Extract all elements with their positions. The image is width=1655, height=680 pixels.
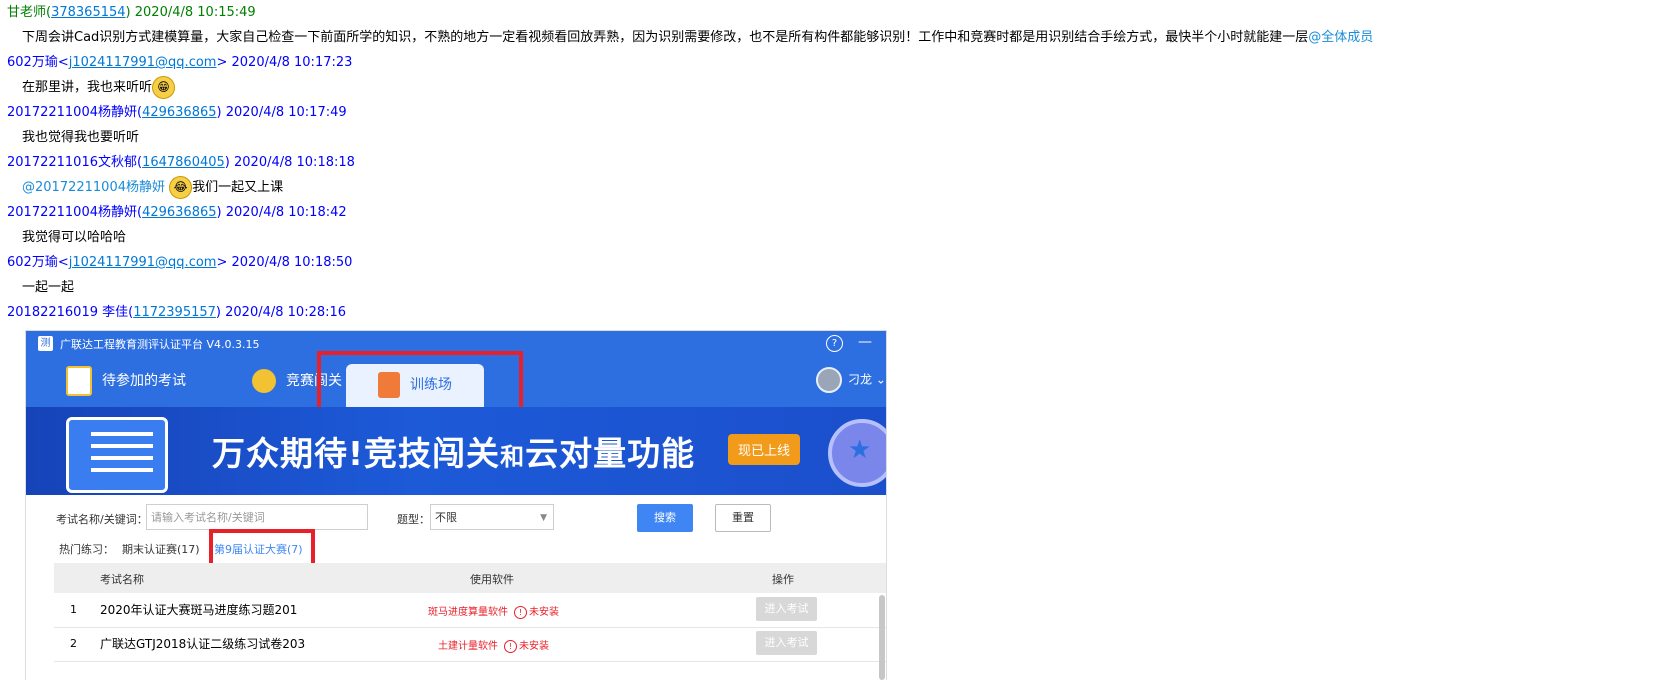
exam-name: 2020年认证大赛斑马进度练习题201 [100,603,298,617]
enter-exam-button[interactable]: 进入考试 [756,631,817,655]
sender-qq-link[interactable]: 1647860405 [142,155,225,170]
warning-icon: ! [514,606,527,619]
message-body: 我觉得可以哈哈哈 [7,225,1647,250]
attached-screenshot[interactable]: 测 广联达工程教育测评认证平台 V4.0.3.15 ? — 待参加的考试 竞赛闯… [26,331,886,680]
sender-qq-link[interactable]: 429636865 [142,205,216,220]
enter-exam-button[interactable]: 进入考试 [756,597,817,621]
clipboard-icon [66,366,92,396]
app-title: 广联达工程教育测评认证平台 V4.0.3.15 [60,338,260,351]
promo-banner[interactable]: 万众期待!竞技闯关和云对量功能 现已上线 ★ [26,407,886,495]
message-header: 602万瑜<j1024117991@qq.com> 2020/4/8 10:17… [7,55,353,70]
filter-label: 考试名称/关键词： [56,513,148,526]
sender-name: 20172211004杨静妍 [7,205,137,220]
chevron-down-icon: ⌄ [875,372,886,387]
type-value: 不限 [435,511,457,524]
column-header: 考试名称 [100,573,144,586]
software-status: 斑马进度算量软件! 未安装 [428,603,559,619]
user-menu[interactable]: 刁龙 ⌄ [816,367,886,393]
sender-name: 602万瑜 [7,255,58,270]
message-text: 一起一起 [22,280,75,295]
banner-text-part: 云对量功能 [525,434,696,473]
chat-log: 甘老师(378365154) 2020/4/8 10:15:49 下周会讲Cad… [7,0,1647,325]
sender-email-link[interactable]: j1024117991@qq.com [69,55,217,70]
type-label: 题型： [397,513,430,526]
help-icon[interactable]: ? [826,335,843,352]
message-body: 一起一起 [7,275,1647,300]
message-body: 在那里讲，我也来听听 😁 [7,75,1647,100]
message-header: 20182216019 李佳(1172395157) 2020/4/8 10:2… [7,305,347,320]
message-body: 我也觉得我也要听听 [7,125,1647,150]
message-header: 602万瑜<j1024117991@qq.com> 2020/4/8 10:18… [7,255,353,270]
medal-icon [252,369,276,393]
document-icon [66,417,168,493]
banner-headline: 万众期待!竞技闯关和云对量功能 [212,427,695,475]
banner-text-part: 和 [500,443,526,471]
column-header: 操作 [772,573,794,586]
minimize-icon[interactable]: — [858,334,872,350]
tab-label: 待参加的考试 [102,373,186,389]
message-body: @20172211004杨静妍 😂 我们一起又上课 [7,175,1647,200]
message-header: 20172211004杨静妍(429636865) 2020/4/8 10:18… [7,205,347,220]
row-number: 2 [70,637,77,650]
banner-text-part: 万众期待!竞技闯关 [212,434,501,473]
sender-name: 20172211016文秋郁 [7,155,137,170]
avatar [816,367,842,393]
install-status: 未安装 [519,641,549,652]
message-text: 我觉得可以哈哈哈 [22,230,127,245]
sender-name: 甘老师 [7,5,47,20]
message-time: 2020/4/8 10:28:16 [225,305,347,320]
hot-label: 热门练习： [59,543,114,556]
message-text: 我也觉得我也要听听 [22,130,140,145]
exam-name: 广联达GTJ2018认证二级练习试卷203 [100,637,306,651]
sender-qq-link[interactable]: 429636865 [142,105,216,120]
sender-qq-link[interactable]: 1172395157 [133,305,216,320]
message-header: 20172211016文秋郁(1647860405) 2020/4/8 10:1… [7,155,355,170]
mention-user[interactable]: @20172211004杨静妍 [22,180,165,195]
software-status: 土建计量软件! 未安装 [438,637,549,653]
sender-qq-link[interactable]: 378365154 [51,5,125,20]
message-text: 我们一起又上课 [192,180,284,195]
row-number: 1 [70,603,77,616]
user-name: 刁龙 [848,372,873,387]
message-time: 2020/4/8 10:15:49 [134,5,256,20]
tab-pending-exams[interactable]: 待参加的考试 [66,356,186,407]
sender-email-link[interactable]: j1024117991@qq.com [69,255,217,270]
mention-all[interactable]: @全体成员 [1308,30,1373,45]
banner-badge: 现已上线 [728,434,801,465]
message-time: 2020/4/8 10:18:50 [231,255,353,270]
install-status: 未安装 [529,607,559,618]
sender-name: 20172211004杨静妍 [7,105,137,120]
message-text: 下周会讲Cad识别方式建模算量，大家自己检查一下前面所学的知识，不熟的地方一定看… [22,30,1309,45]
message-time: 2020/4/8 10:18:18 [234,155,355,170]
sender-name: 602万瑜 [7,55,58,70]
reset-button[interactable]: 重置 [715,504,771,532]
message-text: 在那里讲，我也来听听 [22,80,153,95]
hot-item[interactable]: 期末认证赛(17) [122,541,200,557]
warning-icon: ! [504,640,517,653]
grin-emoji-icon: 😁 [152,76,176,99]
software-name: 斑马进度算量软件 [428,607,508,618]
message-body: 下周会讲Cad识别方式建模算量，大家自己检查一下前面所学的知识，不熟的地方一定看… [7,25,1647,50]
message-time: 2020/4/8 10:17:49 [225,105,347,120]
scrollbar[interactable] [879,595,885,680]
message-time: 2020/4/8 10:18:42 [225,205,347,220]
message-header: 甘老师(378365154) 2020/4/8 10:15:49 [7,5,256,20]
software-name: 土建计量软件 [438,641,498,652]
caret-down-icon: ▼ [540,513,547,523]
type-select[interactable]: 不限 ▼ [430,504,554,530]
column-header: 使用软件 [470,573,514,586]
search-input[interactable]: 请输入考试名称/关键词 [146,504,368,530]
message-header: 20172211004杨静妍(429636865) 2020/4/8 10:17… [7,105,347,120]
search-button[interactable]: 搜索 [637,504,693,532]
app-logo-icon: 测 [38,336,53,351]
message-time: 2020/4/8 10:17:23 [231,55,353,70]
star-medal-icon: ★ [828,419,886,487]
laugh-emoji-icon: 😂 [169,176,193,199]
sender-name: 20182216019 李佳 [7,305,129,320]
